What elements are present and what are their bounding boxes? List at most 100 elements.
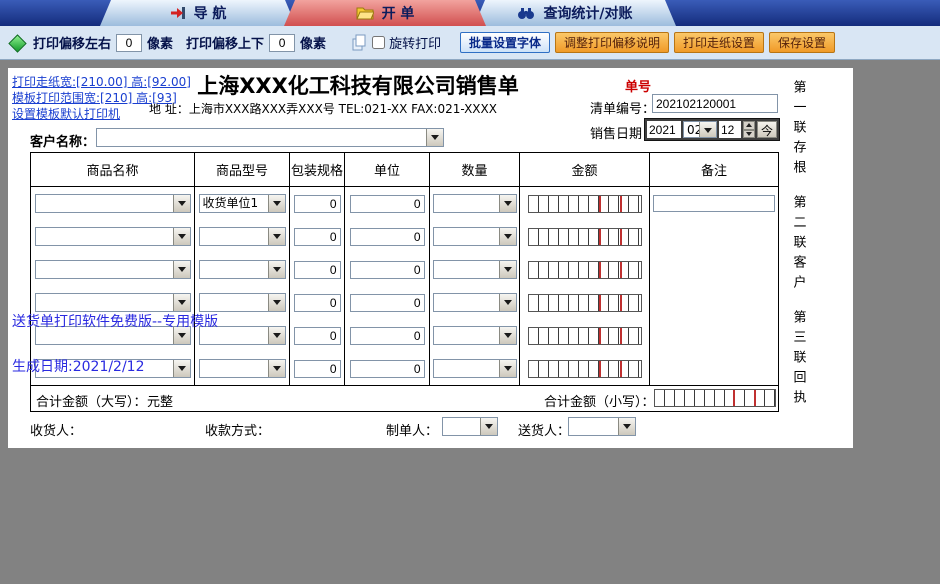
customer-name-select[interactable] <box>96 128 444 147</box>
work-area: 打印走纸宽:[210.00] 高:[92.00] 模板打印范围宽:[210] 高… <box>0 60 940 584</box>
product-model-select[interactable] <box>198 293 286 312</box>
quantity-select[interactable] <box>432 194 517 213</box>
batch-font-button[interactable]: 批量设置字体 <box>459 32 550 53</box>
amount-grid[interactable] <box>527 293 642 312</box>
template-range-link[interactable]: 模板打印范围宽:[210] 高:[93] <box>12 90 191 106</box>
tab-query-stats[interactable]: 查询统计/对账 <box>474 0 676 26</box>
amount-grid[interactable] <box>527 227 642 246</box>
invoice-no-label: 清单编号： <box>590 102 656 117</box>
combo-text <box>434 195 499 212</box>
chevron-down-icon <box>498 195 516 212</box>
date-month-select[interactable]: 02 <box>683 121 717 138</box>
combo-text <box>200 294 268 311</box>
spinner-up-button[interactable] <box>743 121 755 130</box>
table-row: 收货单位1 <box>31 187 778 220</box>
chevron-down-icon <box>172 228 190 245</box>
product-name-select[interactable] <box>34 293 191 312</box>
offset-lr-input[interactable] <box>116 33 143 52</box>
chevron-down-icon <box>267 294 285 311</box>
quantity-select[interactable] <box>432 326 517 345</box>
adjust-offset-help-button[interactable]: 调整打印偏移说明 <box>554 32 669 53</box>
tab-billing[interactable]: 开 单 <box>284 0 486 26</box>
col-header-product-name: 商品名称 <box>31 153 195 186</box>
product-model-select[interactable] <box>198 359 286 378</box>
page-footer: 收货人： 收款方式： 制单人： 送货人： <box>8 417 853 442</box>
invoice-no-input[interactable] <box>652 94 778 113</box>
quantity-select[interactable] <box>432 359 517 378</box>
package-spec-input[interactable] <box>293 293 341 312</box>
copy-strip: 第一联存根 第二联客户 第三联回执 <box>787 80 809 410</box>
package-spec-input[interactable] <box>293 326 341 345</box>
quantity-select[interactable] <box>432 260 517 279</box>
product-name-select[interactable] <box>34 260 191 279</box>
col-header-unit: 单位 <box>345 153 430 186</box>
chevron-down-icon <box>172 360 190 377</box>
unit-input[interactable] <box>349 359 425 378</box>
total-amount-grid[interactable] <box>654 389 776 407</box>
receiver-label: 收货人： <box>30 424 83 439</box>
maker-select[interactable] <box>442 417 498 436</box>
diamond-icon <box>8 33 27 53</box>
paper-feed-settings-button[interactable]: 打印走纸设置 <box>673 32 764 53</box>
total-words-value: 元整 <box>147 395 174 410</box>
unit-input[interactable] <box>349 293 425 312</box>
save-settings-button[interactable]: 保存设置 <box>768 32 835 53</box>
combo-text <box>36 195 173 212</box>
watermark-free-version: 送货单打印软件免费版--专用模版 <box>12 314 219 330</box>
customer-name-label: 客户名称： <box>30 135 96 150</box>
chevron-down-icon <box>480 418 497 435</box>
totals-row: 合计金额（大写）： 元整 合计金额（小写）： <box>31 385 778 411</box>
product-model-select[interactable] <box>198 227 286 246</box>
rotate-print-checkbox[interactable] <box>372 36 386 49</box>
amount-grid[interactable] <box>527 326 642 345</box>
combo-text <box>97 129 426 146</box>
offset-ud-unit: 像素 <box>300 37 327 52</box>
combo-text: 收货单位1 <box>202 196 259 210</box>
unit-input[interactable] <box>349 326 425 345</box>
tab-label: 查询统计/对账 <box>543 6 633 22</box>
table-row <box>31 253 778 286</box>
remark-input[interactable] <box>653 195 775 212</box>
deliverer-select[interactable] <box>568 417 636 436</box>
package-spec-input[interactable] <box>293 194 341 213</box>
package-spec-input[interactable] <box>293 227 341 246</box>
unit-input[interactable] <box>349 260 425 279</box>
copy-label-stub: 第一联存根 <box>790 80 806 180</box>
col-header-amount: 金额 <box>520 153 650 186</box>
chevron-down-icon <box>267 327 285 344</box>
amount-grid[interactable] <box>527 260 642 279</box>
product-model-select[interactable]: 收货单位1 <box>198 194 286 213</box>
unit-input[interactable] <box>349 227 425 246</box>
unit-input[interactable] <box>349 194 425 213</box>
date-year-input[interactable] <box>647 121 681 138</box>
product-model-select[interactable] <box>198 260 286 279</box>
spinner-down-button[interactable] <box>743 129 755 138</box>
nav-arrow-icon <box>170 5 186 21</box>
package-spec-input[interactable] <box>293 260 341 279</box>
chevron-down-icon <box>267 228 285 245</box>
quantity-select[interactable] <box>432 293 517 312</box>
table-header-row: 商品名称 商品型号 包装规格 单位 数量 金额 备注 <box>31 153 778 187</box>
toolbar: 打印偏移左右 像素 打印偏移上下 像素 旋转打印 批量设置字体 调整打印偏移说明… <box>0 26 940 60</box>
tab-label: 导 航 <box>193 6 227 22</box>
date-day-input[interactable] <box>719 121 741 138</box>
sale-date-panel: 02 今 <box>644 118 780 141</box>
order-no-label: 单号 <box>625 80 652 95</box>
col-header-product-model: 商品型号 <box>195 153 290 186</box>
template-links: 打印走纸宽:[210.00] 高:[92.00] 模板打印范围宽:[210] 高… <box>12 74 191 122</box>
chevron-down-icon <box>498 228 516 245</box>
tab-navigation[interactable]: 导 航 <box>100 0 296 26</box>
quantity-select[interactable] <box>432 227 517 246</box>
default-printer-link[interactable]: 设置模板默认打印机 <box>12 106 191 122</box>
amount-grid[interactable] <box>527 359 642 378</box>
invoice-page: 打印走纸宽:[210.00] 高:[92.00] 模板打印范围宽:[210] 高… <box>8 68 853 448</box>
offset-ud-input[interactable] <box>269 33 296 52</box>
paper-size-link[interactable]: 打印走纸宽:[210.00] 高:[92.00] <box>12 74 191 90</box>
pages-icon <box>352 34 366 51</box>
today-button[interactable]: 今 <box>757 121 777 138</box>
amount-grid[interactable] <box>527 194 642 213</box>
package-spec-input[interactable] <box>293 359 341 378</box>
product-name-select[interactable] <box>34 227 191 246</box>
product-name-select[interactable] <box>34 194 191 213</box>
combo-text <box>36 261 173 278</box>
